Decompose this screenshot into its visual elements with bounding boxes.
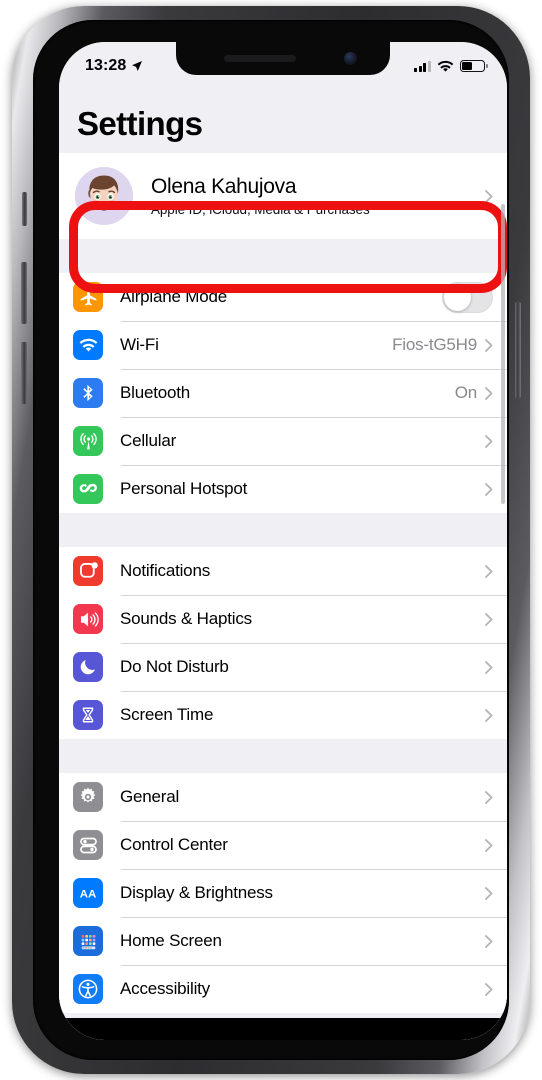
settings-row-label: Personal Hotspot <box>120 479 248 498</box>
settings-row-label: Sounds & Haptics <box>120 609 252 628</box>
settings-row-do-not-disturb[interactable]: Do Not Disturb <box>59 643 507 691</box>
settings-row-airplane-mode[interactable]: Airplane Mode <box>59 273 507 321</box>
settings-groups: Airplane Mode Wi-Fi Fios-tG5H9 Bluetooth On C… <box>59 273 507 1013</box>
settings-row-sounds-haptics[interactable]: Sounds & Haptics <box>59 595 507 643</box>
volume-down-button[interactable] <box>21 342 27 404</box>
iphone-device-frame: 13:28 Settings Olena Kahujova Apple ID, … <box>12 6 530 1074</box>
wifi-icon <box>437 60 454 72</box>
status-bar-right <box>414 59 488 73</box>
settings-row-cellular[interactable]: Cellular <box>59 417 507 465</box>
earpiece-speaker <box>224 55 296 62</box>
front-camera <box>344 52 357 65</box>
settings-row-label: Control Center <box>120 835 228 854</box>
settings-row-control-center[interactable]: Control Center <box>59 821 507 869</box>
apple-id-profile-row[interactable]: Olena Kahujova Apple ID, iCloud, Media &… <box>59 153 507 239</box>
battery-icon <box>460 59 488 73</box>
settings-row-label: Cellular <box>120 431 177 450</box>
chevron-right-icon <box>485 612 493 626</box>
volume-up-button[interactable] <box>21 262 27 324</box>
power-button[interactable] <box>515 302 521 398</box>
chevron-right-icon <box>485 708 493 722</box>
home-screen-grid-icon <box>73 926 103 956</box>
settings-row-personal-hotspot[interactable]: Personal Hotspot <box>59 465 507 513</box>
settings-row-label: Wi-Fi <box>120 335 159 354</box>
settings-row-label: General <box>120 787 180 806</box>
settings-row-wi-fi[interactable]: Wi-Fi Fios-tG5H9 <box>59 321 507 369</box>
profile-text-block: Olena Kahujova Apple ID, iCloud, Media &… <box>151 175 485 218</box>
location-arrow-icon <box>132 61 143 71</box>
settings-scroll-view[interactable]: Settings Olena Kahujova Apple ID, iCloud… <box>59 42 507 1040</box>
speaker-waves-icon <box>73 604 103 634</box>
settings-row-label: Bluetooth <box>120 383 191 402</box>
group-separator <box>59 239 507 273</box>
settings-group-alerts: Notifications Sounds & Haptics Do Not Dist… <box>59 547 507 739</box>
scroll-indicator[interactable] <box>501 204 505 504</box>
settings-row-general[interactable]: General <box>59 773 507 821</box>
settings-row-value: On <box>454 383 477 402</box>
display-notch <box>176 42 390 75</box>
chevron-right-icon <box>485 564 493 578</box>
settings-row-label: Display & Brightness <box>120 883 273 902</box>
home-indicator[interactable] <box>210 1025 356 1031</box>
hourglass-icon <box>73 700 103 730</box>
group-separator <box>59 513 507 547</box>
mute-switch[interactable] <box>22 192 27 226</box>
settings-row-display-brightness[interactable]: AA Display & Brightness <box>59 869 507 917</box>
apple-id-group: Olena Kahujova Apple ID, iCloud, Media &… <box>59 153 507 239</box>
settings-row-accessibility[interactable]: Accessibility <box>59 965 507 1013</box>
notifications-badge-icon <box>73 556 103 586</box>
phone-screen: 13:28 Settings Olena Kahujova Apple ID, … <box>59 42 507 1040</box>
chevron-right-icon <box>485 790 493 804</box>
bluetooth-icon <box>73 378 103 408</box>
chevron-right-icon <box>485 838 493 852</box>
chevron-right-icon <box>485 482 493 496</box>
accessibility-person-icon <box>73 974 103 1004</box>
chevron-right-icon <box>485 386 493 400</box>
settings-row-label: Accessibility <box>120 979 210 998</box>
group-separator <box>59 739 507 773</box>
svg-text:AA: AA <box>80 889 97 901</box>
chevron-right-icon <box>485 660 493 674</box>
chevron-right-icon <box>485 338 493 352</box>
status-time: 13:28 <box>85 57 127 74</box>
chevron-right-icon <box>485 934 493 948</box>
settings-row-label: Airplane Mode <box>120 287 228 306</box>
memoji-avatar[interactable] <box>75 167 133 225</box>
profile-subtitle: Apple ID, iCloud, Media & Purchases <box>151 202 370 218</box>
control-toggles-icon <box>73 830 103 860</box>
chevron-right-icon <box>485 189 493 203</box>
crescent-moon-icon <box>73 652 103 682</box>
settings-row-home-screen[interactable]: Home Screen <box>59 917 507 965</box>
settings-row-label: Home Screen <box>120 931 222 950</box>
display-aa-icon: AA <box>73 878 103 908</box>
airplane-mode-toggle[interactable] <box>442 281 493 313</box>
airplane-icon <box>73 282 103 312</box>
chevron-right-icon <box>485 982 493 996</box>
gear-icon <box>73 782 103 812</box>
hotspot-link-icon <box>73 474 103 504</box>
wifi-icon <box>73 330 103 360</box>
settings-row-label: Screen Time <box>120 705 214 724</box>
settings-row-bluetooth[interactable]: Bluetooth On <box>59 369 507 417</box>
status-bar-left: 13:28 <box>85 57 143 75</box>
settings-row-screen-time[interactable]: Screen Time <box>59 691 507 739</box>
chevron-right-icon <box>485 434 493 448</box>
settings-row-notifications[interactable]: Notifications <box>59 547 507 595</box>
chevron-right-icon <box>485 886 493 900</box>
settings-row-label: Do Not Disturb <box>120 657 229 676</box>
settings-row-value: Fios-tG5H9 <box>392 335 477 354</box>
profile-name: Olena Kahujova <box>151 174 297 198</box>
cellular-antenna-icon <box>73 426 103 456</box>
settings-row-label: Notifications <box>120 561 210 580</box>
cellular-signal-icon <box>414 60 431 72</box>
settings-group-connectivity: Airplane Mode Wi-Fi Fios-tG5H9 Bluetooth On C… <box>59 273 507 513</box>
settings-group-system: General Control Center AA Display & Brightn… <box>59 773 507 1013</box>
